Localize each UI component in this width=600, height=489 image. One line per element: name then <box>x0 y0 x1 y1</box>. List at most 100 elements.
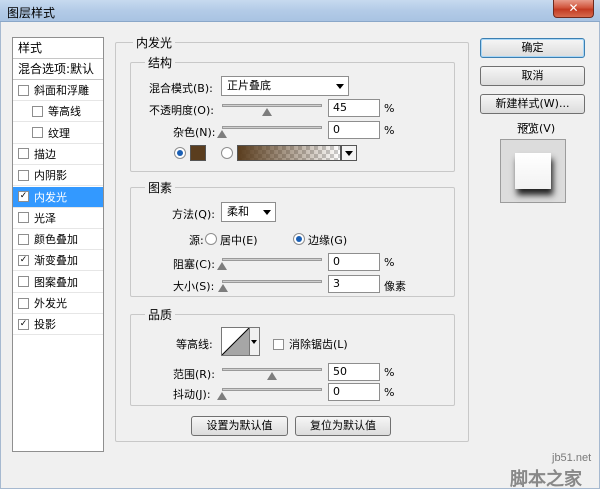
style-item[interactable]: 渐变叠加 <box>13 250 103 272</box>
antialias-checkbox[interactable] <box>273 338 284 350</box>
size-slider-track[interactable] <box>222 280 322 283</box>
jitter-input[interactable]: 0 <box>328 383 380 401</box>
inner-glow-title: 内发光 <box>133 34 176 51</box>
cancel-button[interactable]: 取消 <box>480 66 585 86</box>
gradient-swatch[interactable] <box>237 145 341 161</box>
source-center-label[interactable]: 居中(E) <box>220 232 258 248</box>
range-unit: % <box>384 366 395 379</box>
ok-button[interactable]: 确定 <box>480 38 585 58</box>
jitter-slider-track[interactable] <box>222 388 322 391</box>
opacity-slider-thumb[interactable] <box>262 108 272 116</box>
chevron-down-icon <box>336 84 344 89</box>
structure-title: 结构 <box>145 54 176 71</box>
new-style-label: 新建样式(W)... <box>495 97 570 110</box>
style-item-label: 渐变叠加 <box>34 254 78 268</box>
style-item-checkbox[interactable] <box>32 127 43 139</box>
source-edge-label[interactable]: 边缘(G) <box>308 232 347 248</box>
source-edge-radio[interactable] <box>293 233 305 245</box>
technique-select[interactable]: 柔和 <box>221 202 276 222</box>
style-item-checkbox[interactable] <box>18 297 29 309</box>
style-item-label: 图案叠加 <box>34 275 78 289</box>
style-item-checkbox[interactable] <box>18 233 29 245</box>
range-slider-thumb[interactable] <box>267 372 277 380</box>
gradient-dropdown[interactable] <box>341 145 357 161</box>
blend-mode-value: 正片叠底 <box>227 79 271 92</box>
reset-default-button[interactable]: 复位为默认值 <box>295 416 391 436</box>
opacity-unit: % <box>384 102 395 115</box>
new-style-button[interactable]: 新建样式(W)... <box>480 94 585 114</box>
source-center-radio[interactable] <box>205 233 217 245</box>
style-item-checkbox[interactable] <box>18 276 29 288</box>
noise-input[interactable]: 0 <box>328 121 380 139</box>
style-item-label: 外发光 <box>34 297 67 310</box>
contour-preview[interactable] <box>221 327 250 356</box>
range-slider-track[interactable] <box>222 368 322 371</box>
style-item[interactable]: 内阴影 <box>13 165 103 187</box>
style-item[interactable]: 纹理 <box>13 123 103 144</box>
contour-label: 等高线: <box>176 338 213 351</box>
style-item-label: 光泽 <box>34 211 56 225</box>
choke-slider-thumb[interactable] <box>217 262 227 270</box>
noise-unit: % <box>384 124 395 137</box>
opacity-slider-track[interactable] <box>222 104 322 107</box>
jitter-slider-thumb[interactable] <box>217 392 227 400</box>
style-item-checkbox[interactable] <box>18 318 29 330</box>
style-item-checkbox[interactable] <box>18 84 29 96</box>
style-item-checkbox[interactable] <box>18 212 29 224</box>
size-slider-thumb[interactable] <box>218 284 229 292</box>
style-item[interactable]: 描边 <box>13 144 103 165</box>
style-item-checkbox[interactable] <box>18 169 29 181</box>
style-item-label: 纹理 <box>48 126 70 140</box>
contour-dropdown[interactable] <box>250 327 260 356</box>
chevron-down-icon <box>251 340 257 344</box>
elements-title: 图素 <box>145 179 176 196</box>
choke-slider-track[interactable] <box>222 258 322 261</box>
chevron-down-icon <box>345 151 353 156</box>
style-item-label: 颜色叠加 <box>34 233 78 247</box>
blend-mode-select[interactable]: 正片叠底 <box>221 76 349 96</box>
window-title: 图层样式 <box>7 6 56 20</box>
styles-header[interactable]: 样式 <box>13 38 103 59</box>
style-item[interactable]: 内发光 <box>13 186 103 208</box>
contour-curve-icon <box>222 328 249 355</box>
gradient-radio[interactable] <box>221 147 233 159</box>
reset-default-label: 复位为默认值 <box>310 419 376 432</box>
style-item-checkbox[interactable] <box>18 191 29 202</box>
style-item[interactable]: 颜色叠加 <box>13 229 103 251</box>
cancel-label: 取消 <box>521 69 544 82</box>
preview-square <box>515 153 551 189</box>
style-item[interactable]: 外发光 <box>13 293 103 314</box>
noise-slider-thumb[interactable] <box>217 130 227 138</box>
choke-input[interactable]: 0 <box>328 253 380 271</box>
make-default-button[interactable]: 设置为默认值 <box>191 416 288 436</box>
antialias-label[interactable]: 消除锯齿(L) <box>289 336 348 352</box>
size-unit: 像素 <box>384 280 406 293</box>
style-item[interactable]: 投影 <box>13 314 103 336</box>
jitter-unit: % <box>384 386 395 399</box>
watermark-site: jb51.net <box>552 452 592 464</box>
noise-label: 杂色(N): <box>173 126 216 139</box>
preview-label[interactable]: 预览(V) <box>517 120 555 136</box>
style-item-checkbox[interactable] <box>18 254 29 266</box>
blend-options-item[interactable]: 混合选项:默认 <box>13 59 103 80</box>
style-item[interactable]: 光泽 <box>13 208 103 229</box>
size-input[interactable]: 3 <box>328 275 380 293</box>
opacity-input[interactable]: 45 <box>328 99 380 117</box>
quality-title: 品质 <box>145 306 176 323</box>
color-radio[interactable] <box>174 147 186 159</box>
style-item[interactable]: 图案叠加 <box>13 272 103 293</box>
watermark-name: 脚本之家 <box>510 469 582 489</box>
range-input[interactable]: 50 <box>328 363 380 381</box>
style-item[interactable]: 斜面和浮雕 <box>13 80 103 101</box>
title-bar: 图层样式 ✕ <box>0 0 600 22</box>
noise-slider-track[interactable] <box>222 126 322 129</box>
close-button[interactable]: ✕ <box>553 0 594 18</box>
style-item[interactable]: 等高线 <box>13 101 103 123</box>
style-item-checkbox[interactable] <box>32 105 43 117</box>
style-item-checkbox[interactable] <box>18 148 29 160</box>
choke-label: 阻塞(C): <box>173 258 215 271</box>
choke-unit: % <box>384 256 395 269</box>
range-label: 范围(R): <box>173 368 215 381</box>
glow-color-swatch[interactable] <box>190 145 206 161</box>
technique-label: 方法(Q): <box>172 208 215 221</box>
